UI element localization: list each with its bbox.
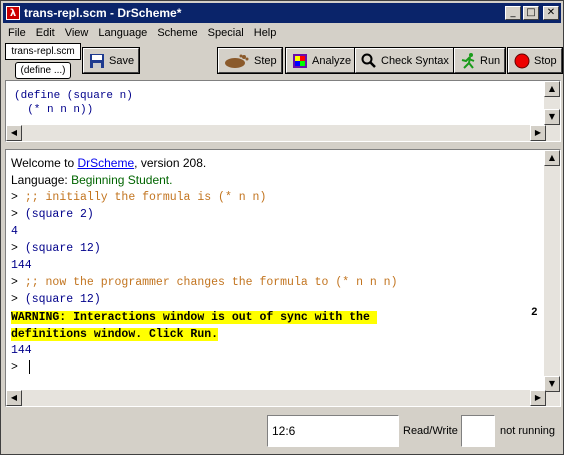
title-bar[interactable]: λ trans-repl.scm - DrScheme* _ □ ✕	[3, 3, 561, 23]
menu-file[interactable]: File	[3, 27, 31, 39]
analyze-label: Analyze	[312, 54, 352, 67]
step-button[interactable]: Step	[218, 48, 282, 73]
warning-line-1: WARNING: Interactions window is out of s…	[11, 308, 560, 325]
expression: (square 12)	[24, 242, 101, 255]
text-cursor	[28, 359, 30, 374]
menu-view[interactable]: View	[60, 27, 94, 39]
step-label: Step	[254, 54, 277, 67]
expression: (square 12)	[24, 293, 101, 306]
repl-line: > ;; now the programmer changes the form…	[11, 274, 560, 291]
interactions-window[interactable]: Welcome to DrScheme, version 208. Langua…	[5, 149, 561, 407]
analyze-button[interactable]: Analyze	[286, 48, 357, 73]
drscheme-link[interactable]: DrScheme	[77, 156, 134, 170]
welcome-suffix: , version 208.	[134, 156, 207, 170]
gc-indicator	[461, 415, 495, 447]
analyze-icon	[291, 52, 309, 70]
run-label: Run	[480, 54, 501, 67]
menu-special[interactable]: Special	[203, 27, 249, 39]
menu-help[interactable]: Help	[249, 27, 282, 39]
scroll-right-arrow-icon[interactable]: ▶	[530, 390, 546, 406]
menu-language[interactable]: Language	[93, 27, 152, 39]
stop-label: Stop	[534, 54, 557, 67]
magnifier-icon	[360, 52, 378, 70]
repl-input-line[interactable]: >	[11, 359, 560, 376]
running-man-icon	[459, 52, 477, 70]
warning-line-2: definitions window. Click Run.	[11, 325, 560, 342]
comment: ;; now the programmer changes the formul…	[24, 276, 398, 289]
language-value: Beginning Student.	[71, 173, 173, 187]
repl-line: > ;; initially the formula is (* n n)	[11, 189, 560, 206]
stop-button[interactable]: Stop	[508, 48, 562, 73]
maximize-button[interactable]: □	[523, 6, 539, 20]
prompt: >	[11, 276, 25, 289]
definitions-horizontal-scrollbar[interactable]: ◀ ▶	[6, 125, 546, 141]
repl-result: 4	[11, 225, 18, 238]
stop-icon	[513, 52, 531, 70]
welcome-line: Welcome to DrScheme, version 208.	[11, 155, 560, 172]
save-button[interactable]: Save	[83, 48, 140, 73]
drscheme-lambda-icon: λ	[6, 6, 20, 20]
repl-result: 144	[11, 344, 32, 357]
margin-mark: 2	[531, 307, 538, 319]
interactions-vertical-scrollbar[interactable]: ▲ ▼	[544, 150, 560, 406]
save-label: Save	[109, 54, 135, 67]
welcome-prefix: Welcome to	[11, 156, 78, 170]
scroll-up-arrow-icon[interactable]: ▲	[544, 150, 560, 166]
prompt: >	[11, 242, 25, 255]
warning-text: definitions window. Click Run.	[11, 328, 219, 341]
prompt: >	[11, 208, 25, 221]
run-button[interactable]: Run	[454, 48, 506, 73]
check-syntax-button[interactable]: Check Syntax	[355, 48, 454, 73]
scroll-right-arrow-icon[interactable]: ▶	[530, 125, 546, 141]
prompt: >	[11, 191, 25, 204]
interactions-horizontal-scrollbar[interactable]: ◀ ▶	[6, 390, 546, 406]
menu-scheme[interactable]: Scheme	[152, 27, 202, 39]
definition-line-1: (define (square n)	[14, 90, 133, 102]
read-write-status: Read/Write	[403, 425, 458, 437]
repl-line: > (square 12)	[11, 291, 560, 308]
definition-line-2: (* n n n))	[14, 104, 94, 116]
cursor-position: 12:6	[267, 415, 399, 447]
window-title: trans-repl.scm - DrScheme*	[24, 6, 182, 20]
repl-line: > (square 2)	[11, 206, 560, 223]
status-bar: 12:6 Read/Write not running	[3, 411, 561, 451]
menu-edit[interactable]: Edit	[31, 27, 60, 39]
scroll-left-arrow-icon[interactable]: ◀	[6, 390, 22, 406]
minimize-button[interactable]: _	[505, 6, 521, 20]
save-icon	[88, 52, 106, 70]
running-status: not running	[500, 425, 556, 437]
prompt: >	[11, 361, 25, 374]
scroll-down-arrow-icon[interactable]: ▼	[544, 109, 560, 125]
scroll-left-arrow-icon[interactable]: ◀	[6, 125, 22, 141]
prompt: >	[11, 293, 25, 306]
warning-text: WARNING: Interactions window is out of s…	[11, 311, 377, 324]
language-prefix: Language:	[11, 173, 72, 187]
definitions-vertical-scrollbar[interactable]: ▲ ▼	[544, 81, 560, 141]
check-syntax-label: Check Syntax	[381, 54, 449, 67]
define-menu-button[interactable]: (define ...)	[15, 62, 71, 79]
repl-result: 144	[11, 259, 32, 272]
scroll-up-arrow-icon[interactable]: ▲	[544, 81, 560, 97]
close-button[interactable]: ✕	[543, 6, 559, 20]
drscheme-window: λ trans-repl.scm - DrScheme* _ □ ✕ File …	[0, 0, 564, 455]
file-name-button[interactable]: trans-repl.scm	[5, 43, 81, 60]
language-line: Language: Beginning Student.	[11, 172, 560, 189]
scroll-down-arrow-icon[interactable]: ▼	[544, 376, 560, 392]
menu-bar: File Edit View Language Scheme Special H…	[3, 24, 561, 42]
expression: (square 2)	[24, 208, 94, 221]
comment: ;; initially the formula is (* n n)	[24, 191, 267, 204]
repl-line: > (square 12)	[11, 240, 560, 257]
definitions-editor[interactable]: (define (square n) (* n n n)) ▲ ▼ ◀ ▶	[5, 80, 561, 142]
toolbar: trans-repl.scm (define ...) Save Step An…	[3, 43, 562, 79]
foot-icon	[223, 52, 251, 70]
